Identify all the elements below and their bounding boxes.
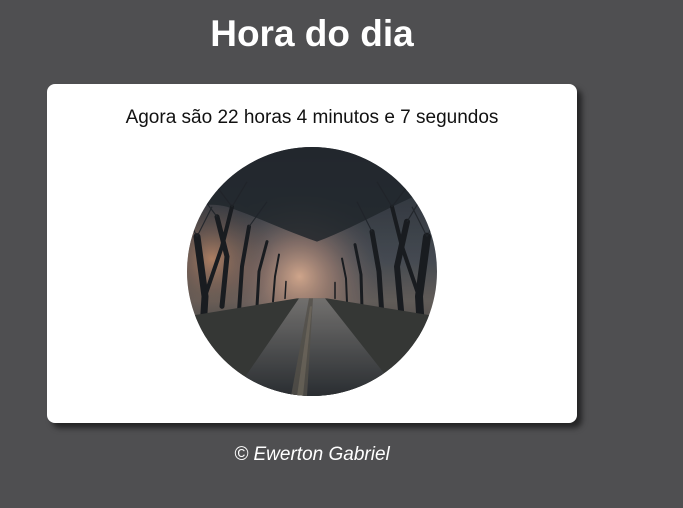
page-title: Hora do dia bbox=[210, 13, 414, 54]
time-card: Agora são 22 horas 4 minutos e 7 segundo… bbox=[47, 84, 577, 423]
footer-credit: © Ewerton Gabriel bbox=[234, 444, 390, 465]
current-time-message: Agora são 22 horas 4 minutos e 7 segundo… bbox=[125, 107, 499, 128]
page: Hora do dia Agora são 22 horas 4 minutos… bbox=[0, 0, 683, 508]
time-of-day-image bbox=[187, 147, 437, 396]
